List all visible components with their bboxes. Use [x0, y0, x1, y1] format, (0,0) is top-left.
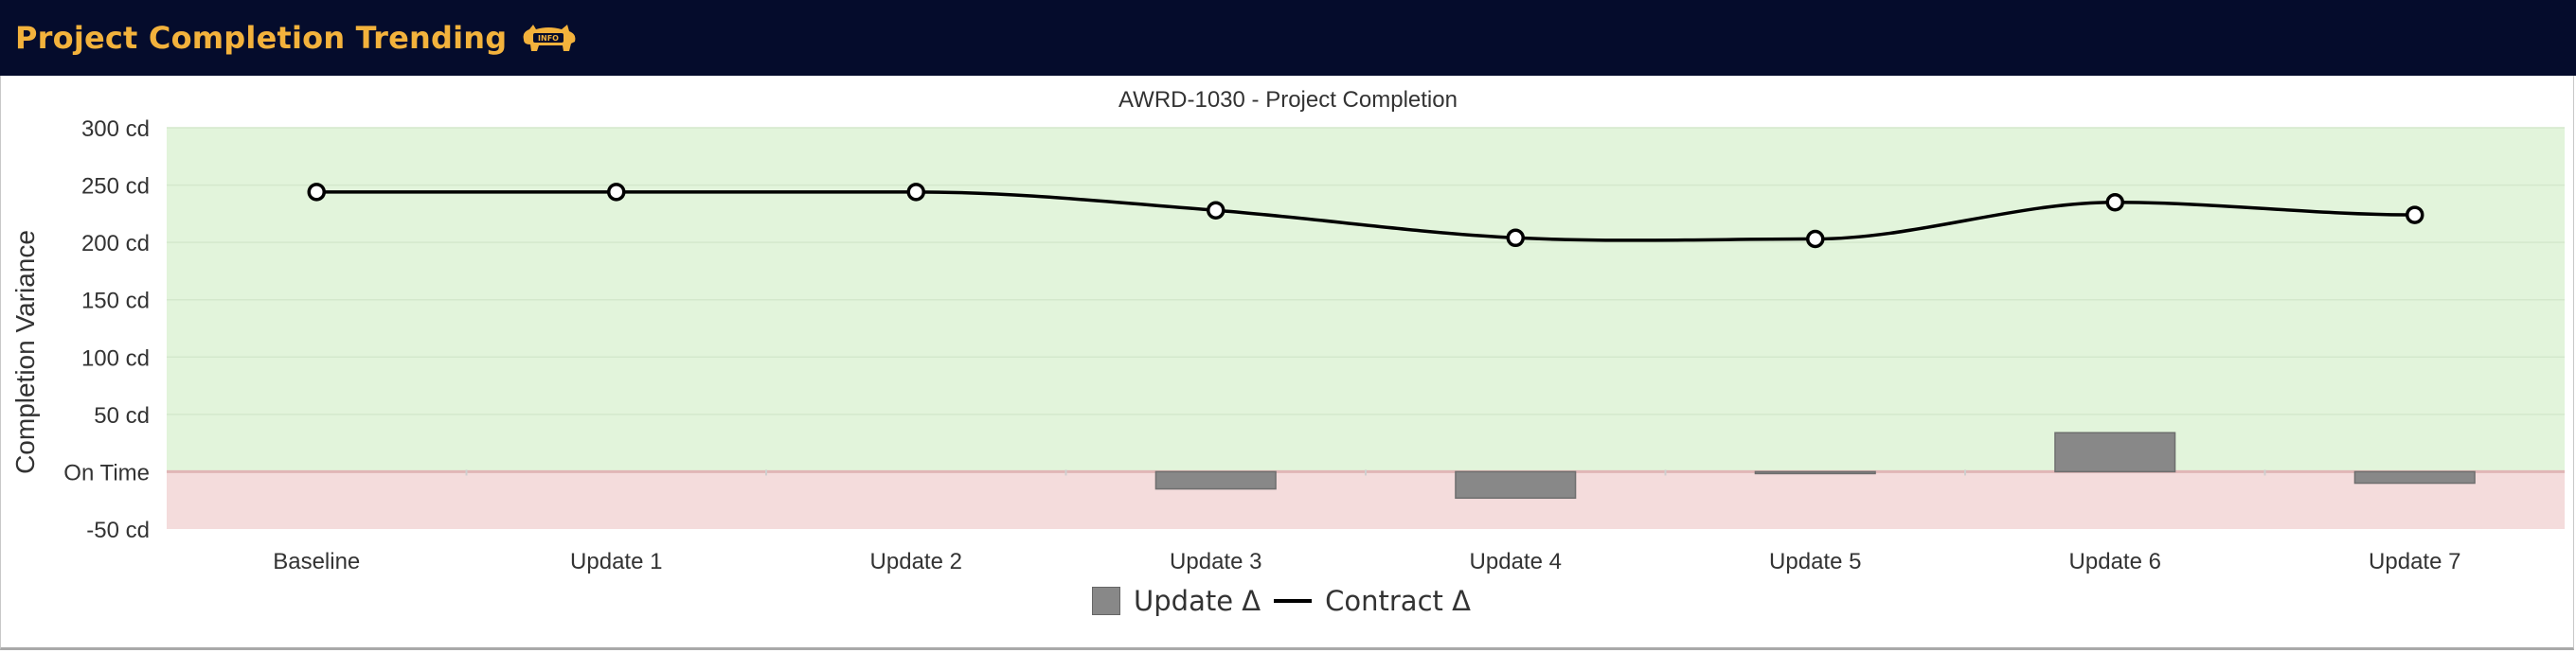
page-title: Project Completion Trending: [15, 20, 508, 56]
line-point: [307, 183, 326, 202]
late-band: [167, 471, 2565, 529]
chart-legend: Update Δ Contract Δ: [0, 585, 2576, 617]
app-header: Project Completion Trending INFO: [0, 0, 2576, 76]
legend-swatch-line: [1274, 599, 1313, 603]
info-rhino-icon[interactable]: INFO: [520, 21, 579, 55]
legend-item-update-delta[interactable]: Update Δ: [1092, 585, 1261, 617]
line-point: [1207, 201, 1225, 220]
bar: [2054, 432, 2176, 473]
x-tick-label: Update 7: [2369, 549, 2460, 574]
x-tick-label: Update 1: [570, 549, 662, 574]
chart: 300 cd 250 cd 200 cd 150 cd 100 cd 50 cd On Ti…: [10, 87, 2565, 574]
y-tick-label: 100 cd: [81, 345, 150, 371]
legend-label-update-delta: Update Δ: [1134, 585, 1261, 617]
info-badge-text: INFO: [538, 34, 559, 43]
legend-item-contract-delta[interactable]: Contract Δ: [1274, 585, 1471, 617]
x-tick-label: Update 4: [1470, 549, 1562, 574]
y-axis-label: Completion Variance: [10, 230, 40, 474]
x-tick-label: Update 6: [2069, 549, 2161, 574]
line-point: [2105, 192, 2124, 212]
bar: [1754, 470, 1876, 475]
x-tick-label: Update 5: [1769, 549, 1861, 574]
line-point: [1806, 229, 1825, 249]
y-tick-label: 250 cd: [81, 174, 150, 200]
legend-label-contract-delta: Contract Δ: [1325, 585, 1471, 617]
line-point: [2406, 205, 2424, 224]
line-point: [607, 183, 626, 202]
line-point: [906, 183, 925, 202]
bar: [1154, 470, 1277, 490]
y-tick-label: 50 cd: [94, 403, 150, 429]
line-point: [1506, 228, 1525, 248]
y-tick-label: 150 cd: [81, 289, 150, 314]
y-tick-label: 200 cd: [81, 231, 150, 256]
bar: [2353, 470, 2476, 485]
y-tick-label: 300 cd: [81, 116, 150, 142]
x-tick-label: Update 2: [870, 549, 962, 574]
x-tick-label: Baseline: [273, 549, 360, 574]
y-tick-label: On Time: [63, 460, 150, 485]
chart-title: AWRD-1030 - Project Completion: [1118, 87, 1458, 113]
bar: [1455, 470, 1577, 500]
x-tick-label: Update 3: [1170, 549, 1261, 574]
legend-swatch-bar: [1092, 587, 1121, 615]
y-tick-label: -50 cd: [86, 518, 150, 543]
